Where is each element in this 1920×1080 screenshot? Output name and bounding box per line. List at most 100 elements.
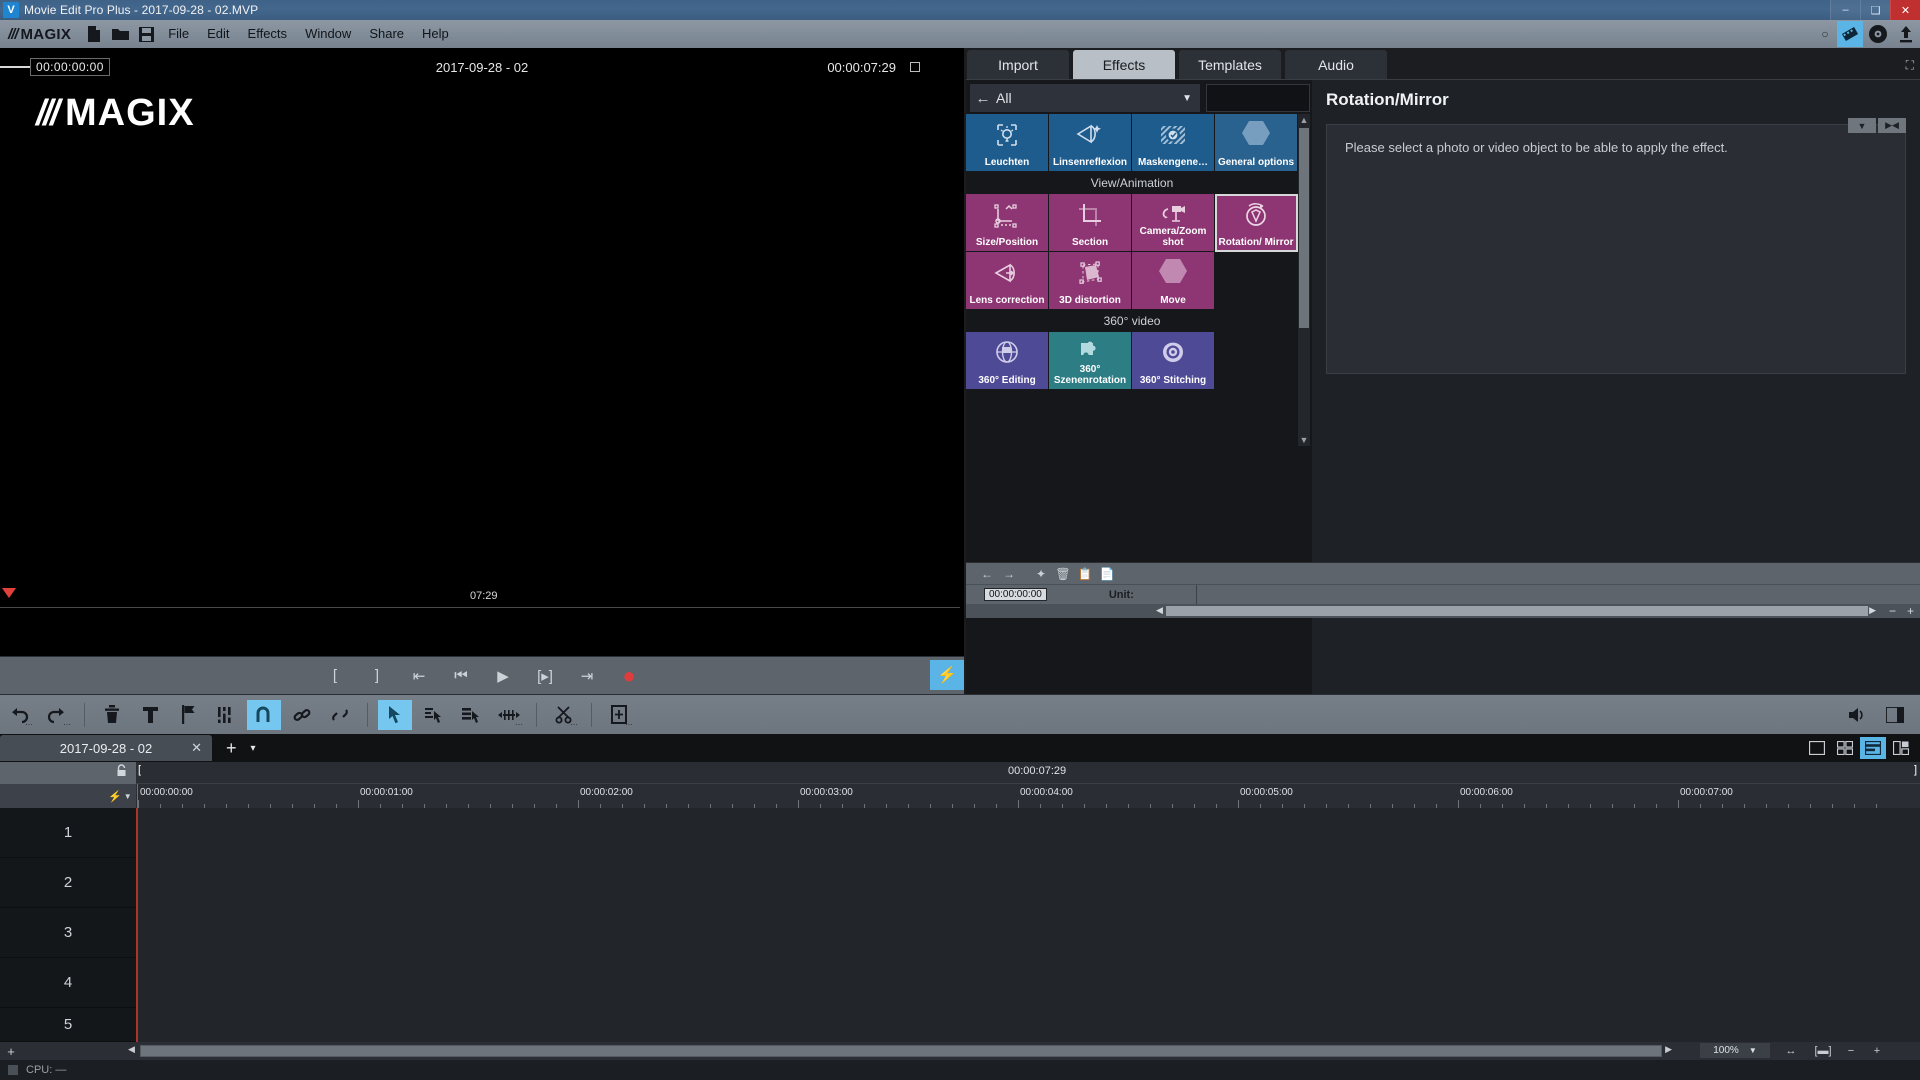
set-in-point-button[interactable]: [ — [314, 661, 356, 691]
new-document-icon[interactable] — [81, 21, 107, 47]
timeline-ruler[interactable]: 00:00:00:00 00:00:01:00 00:00:02:00 00:0… — [136, 784, 1920, 808]
play-button[interactable]: ▶ — [482, 661, 524, 691]
range-end-bracket[interactable]: ] — [1914, 764, 1917, 776]
delete-button[interactable] — [95, 700, 129, 730]
view-scene-overview-button[interactable] — [1888, 737, 1914, 759]
preview-menu-icon[interactable] — [0, 48, 30, 86]
menu-item-edit[interactable]: Edit — [198, 22, 238, 46]
clipboard-dropdown-dots[interactable]: ⋯ — [625, 720, 633, 729]
effect-tile-section[interactable]: Section — [1049, 194, 1132, 252]
timeline-range-bar[interactable]: [ ] 00:00:07:29 — [136, 762, 1920, 784]
effect-tile-lens-correction[interactable]: Lens correction — [966, 252, 1049, 310]
next-keyframe-icon[interactable]: → — [998, 564, 1020, 584]
menu-item-share[interactable]: Share — [360, 22, 413, 46]
cut-button[interactable]: ⋯ — [547, 700, 581, 730]
move-single-button[interactable] — [416, 700, 450, 730]
menu-item-window[interactable]: Window — [296, 22, 360, 46]
table-row[interactable]: 4 — [0, 958, 1920, 1008]
add-keyframe-icon[interactable]: ✦ — [1030, 564, 1052, 584]
jump-to-end-button[interactable]: ⇥ — [566, 661, 608, 691]
zoom-out-button[interactable]: − — [1838, 1043, 1864, 1058]
next-frame-button[interactable]: [▸] — [524, 661, 566, 691]
close-icon[interactable]: ✕ — [191, 740, 202, 756]
tab-import[interactable]: Import — [966, 49, 1070, 79]
record-button[interactable]: ● — [608, 661, 650, 691]
scroll-down-icon[interactable]: ▼ — [1298, 434, 1310, 446]
minimize-button[interactable]: – — [1830, 0, 1860, 20]
tab-templates[interactable]: Templates — [1178, 49, 1282, 79]
film-burn-icon[interactable] — [1837, 21, 1863, 47]
scroll-left-icon[interactable]: ◀ — [128, 1044, 135, 1055]
previous-frame-button[interactable]: ⏮ — [440, 661, 482, 691]
range-start-bracket[interactable]: [ — [138, 764, 141, 776]
mute-button[interactable] — [1840, 700, 1874, 730]
table-row[interactable]: 3 — [0, 908, 1920, 958]
scroll-up-icon[interactable]: ▲ — [1298, 114, 1310, 126]
zoom-in-button[interactable]: + — [1864, 1043, 1890, 1058]
upload-icon[interactable] — [1893, 21, 1919, 47]
redo-dropdown-dots[interactable]: ⋯ — [63, 720, 71, 729]
effect-tile-360-editing[interactable]: 360° Editing — [966, 332, 1049, 390]
tab-effects[interactable]: Effects — [1072, 49, 1176, 79]
tab-audio[interactable]: Audio — [1284, 49, 1388, 79]
table-row[interactable]: 1 — [0, 808, 1920, 858]
scroll-right-icon[interactable]: ▶ — [1869, 605, 1876, 616]
audio-mix-button[interactable] — [209, 700, 243, 730]
track-lane[interactable] — [136, 1008, 1920, 1042]
keyframe-zoom-in-icon[interactable]: + — [1907, 604, 1914, 618]
copy-keyframe-icon[interactable]: 📋 — [1074, 564, 1096, 584]
effects-vertical-scrollbar[interactable]: ▲ ▼ — [1298, 114, 1310, 446]
stretch-dropdown-dots[interactable]: ⋯ — [515, 720, 523, 729]
clipboard-button[interactable]: ⋯ — [602, 700, 636, 730]
bolt-icon[interactable]: ⚡ — [108, 790, 122, 803]
panel-options-button[interactable] — [1878, 700, 1912, 730]
table-row[interactable]: 5 — [0, 1008, 1920, 1042]
effect-tile-camera-zoom-shot[interactable]: Camera/Zoom shot — [1132, 194, 1215, 252]
menu-item-file[interactable]: File — [159, 22, 198, 46]
jump-to-start-button[interactable]: ⇤ — [398, 661, 440, 691]
effect-tile-leuchten[interactable]: Leuchten — [966, 114, 1049, 172]
panel-expand-icon[interactable]: ⛶ — [1906, 58, 1914, 73]
paste-keyframe-icon[interactable]: 📄 — [1096, 564, 1118, 584]
set-out-point-button[interactable]: ] — [356, 661, 398, 691]
undo-button[interactable]: ⋯ — [2, 700, 36, 730]
maximize-button[interactable]: ❑ — [1860, 0, 1890, 20]
add-track-button[interactable]: + — [0, 1044, 22, 1059]
undo-dropdown-dots[interactable]: ⋯ — [25, 720, 33, 729]
add-project-button[interactable]: + — [226, 738, 237, 759]
view-storyboard-button[interactable] — [1804, 737, 1830, 759]
marker-button[interactable] — [171, 700, 205, 730]
effect-tile-3d-distortion[interactable]: 3D distortion — [1049, 252, 1132, 310]
disc-icon[interactable] — [1865, 21, 1891, 47]
menu-item-effects[interactable]: Effects — [239, 22, 297, 46]
redo-button[interactable]: ⋯ — [40, 700, 74, 730]
effects-search-input[interactable] — [1206, 84, 1310, 112]
effect-tile-general-options[interactable]: General options — [1215, 114, 1298, 172]
preview-fullscreen-icon[interactable] — [910, 62, 920, 72]
close-button[interactable]: ✕ — [1890, 0, 1920, 20]
chevron-down-icon[interactable]: ▼ — [1182, 93, 1192, 104]
chevron-down-icon[interactable]: ▼ — [124, 792, 132, 801]
effects-category-selector[interactable]: ← All ▼ — [970, 84, 1200, 112]
loop-button[interactable] — [247, 699, 281, 730]
open-folder-icon[interactable] — [107, 21, 133, 47]
menu-item-help[interactable]: Help — [413, 22, 458, 46]
unlink-button[interactable] — [323, 700, 357, 730]
prev-keyframe-icon[interactable]: ← — [976, 564, 998, 584]
chevron-down-icon[interactable]: ▼ — [1848, 118, 1876, 133]
keyframe-horizontal-scrollbar[interactable]: ◀ ▶ − + — [966, 604, 1920, 618]
table-row[interactable]: 2 — [0, 858, 1920, 908]
preview-scrubber[interactable]: 07:29 — [0, 588, 964, 610]
effect-tile-move[interactable]: Move — [1132, 252, 1215, 310]
effect-tile-maskengenerator[interactable]: Maskengene… — [1132, 114, 1215, 172]
keyframe-zoom-out-icon[interactable]: − — [1889, 604, 1896, 618]
collapse-icon[interactable]: ▶◀ — [1878, 118, 1906, 133]
lock-icon[interactable] — [115, 764, 128, 782]
quick-render-button[interactable]: ⚡ — [930, 660, 964, 690]
effect-tile-size-position[interactable]: Size/Position — [966, 194, 1049, 252]
zoom-level-select[interactable]: 100% ▼ — [1700, 1043, 1770, 1058]
playhead-marker-icon[interactable] — [2, 588, 16, 598]
track-lane[interactable] — [136, 808, 1920, 858]
project-tab[interactable]: 2017-09-28 - 02 ✕ — [0, 735, 212, 761]
move-multiple-button[interactable] — [454, 700, 488, 730]
